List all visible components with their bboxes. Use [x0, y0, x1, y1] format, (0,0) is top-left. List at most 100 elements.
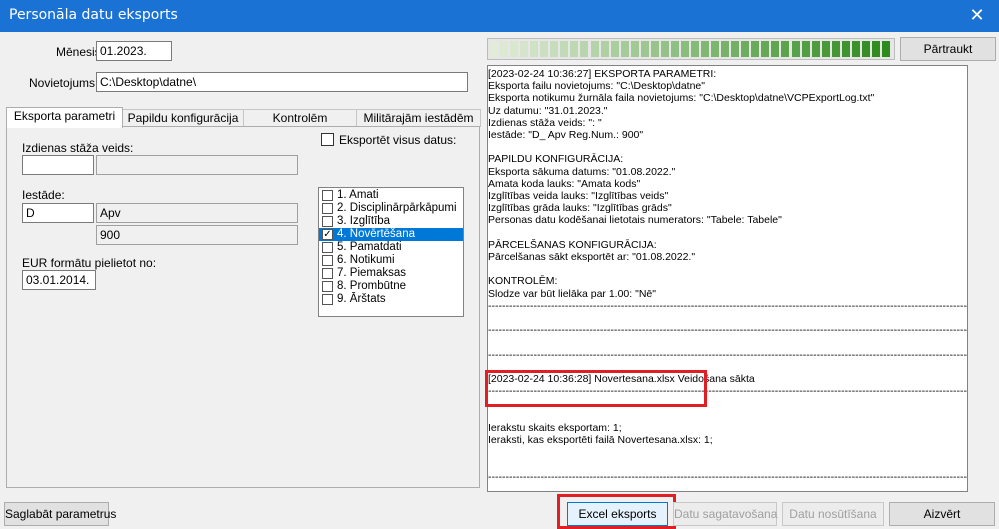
list-item[interactable]: 6. Notikumi	[319, 254, 463, 267]
progress-segment	[851, 41, 860, 57]
log-line: Slodze var būt lielāka par 1.00: "Nē"	[488, 287, 656, 300]
progress-segment	[640, 41, 649, 57]
progress-segment	[540, 41, 549, 57]
eur-date-field[interactable]: 03.01.2014.	[22, 270, 96, 290]
service-code-field[interactable]	[22, 155, 94, 175]
progress-segment	[841, 41, 850, 57]
tab-controls[interactable]: Kontrolēm	[243, 109, 357, 127]
save-params-button[interactable]: Saglabāt parametrus	[4, 502, 116, 526]
list-item[interactable]: 5. Pamatdati	[319, 241, 463, 254]
progress-segment	[801, 41, 810, 57]
log-line: Personas datu kodēšanai lietotais numera…	[488, 214, 782, 227]
checkbox[interactable]	[322, 203, 333, 214]
stop-button[interactable]: Pārtraukt	[900, 37, 996, 61]
institution-code-field[interactable]: D	[22, 203, 94, 223]
progress-segment	[861, 41, 870, 57]
checkmark-icon[interactable]: ✓	[322, 229, 333, 240]
location-field[interactable]: C:\Desktop\datne\	[96, 72, 468, 92]
list-item-label: 6. Notikumi	[337, 254, 395, 266]
log-line: Izglītības veida lauks: "Izglītības veid…	[488, 190, 669, 202]
log-line: Iestāde: "D_ Apv Reg.Num.: 900"	[488, 129, 644, 141]
progress-segment	[550, 41, 559, 57]
progress-segment	[761, 41, 770, 57]
progress-segment	[871, 41, 880, 57]
progress-segment	[771, 41, 780, 57]
checkbox[interactable]	[322, 216, 333, 227]
log-separator: ----------------------------------------…	[488, 299, 968, 312]
checkbox[interactable]	[322, 255, 333, 266]
list-item[interactable]: ✓ 4. Novērtēšana	[319, 228, 463, 241]
left-pane: Mēnesis: 01.2023. Novietojums: C:\Deskto…	[2, 33, 482, 491]
progress-segment	[570, 41, 579, 57]
list-item[interactable]: 9. Ārštats	[319, 293, 463, 306]
export-all-checkbox[interactable]	[321, 133, 334, 146]
list-item-label: 8. Prombūtne	[337, 280, 407, 292]
progress-segment	[510, 41, 519, 57]
progress-segment	[711, 41, 720, 57]
progress-segment	[630, 41, 639, 57]
progress-segment	[520, 41, 529, 57]
list-item[interactable]: 1. Amati	[319, 189, 463, 202]
list-item[interactable]: 7. Piemaksas	[319, 267, 463, 280]
institution-label: Iestāde:	[22, 188, 65, 202]
progress-segment	[650, 41, 659, 57]
list-item[interactable]: 2. Disciplinārpārkāpumi	[319, 202, 463, 215]
checkbox[interactable]	[322, 281, 333, 292]
log-output: [2023-02-24 10:36:27] EKSPORTA PARAMETRI…	[487, 65, 968, 492]
list-item[interactable]: 8. Prombūtne	[319, 280, 463, 293]
data-send-button[interactable]: Datu nosūtīšana	[782, 502, 884, 526]
progress-segment	[831, 41, 840, 57]
progress-segment	[731, 41, 740, 57]
log-separator: ----------------------------------------…	[488, 470, 968, 483]
progress-bar	[487, 38, 895, 60]
highlight-box-log	[485, 370, 707, 407]
log-line: PAPILDU KONFIGURĀCIJA:	[488, 153, 624, 166]
checkbox[interactable]	[322, 242, 333, 253]
log-line: Eksporta notikumu žurnāla faila novietoj…	[488, 92, 875, 105]
progress-segment	[560, 41, 569, 57]
tab-additional-config[interactable]: Papildu konfigurācija	[122, 109, 244, 127]
title-bar: Personāla datu eksports ✕	[0, 0, 999, 32]
log-separator: ----------------------------------------…	[488, 324, 968, 337]
month-field[interactable]: 01.2023.	[96, 41, 172, 61]
progress-segment	[580, 41, 589, 57]
progress-segment	[490, 41, 499, 57]
log-line: Eksporta failu novietojums: "C:\Desktop\…	[488, 80, 705, 93]
close-button[interactable]: Aizvērt	[889, 502, 995, 526]
progress-segment	[500, 41, 509, 57]
checkbox[interactable]	[322, 268, 333, 279]
progress-segment	[670, 41, 679, 57]
checkbox[interactable]	[322, 190, 333, 201]
category-list: 1. Amati 2. Disciplinārpārkāpumi 3. Izgl…	[318, 187, 464, 317]
log-line: PĀRCELŠANAS KONFIGURĀCIJA:	[488, 238, 657, 251]
progress-segment	[600, 41, 609, 57]
export-all-label: Eksportēt visus datus:	[339, 133, 457, 147]
service-type-label: Izdienas stāža veids:	[22, 141, 134, 155]
log-line: Amata koda lauks: "Amata kods"	[488, 177, 641, 190]
progress-segment	[881, 41, 890, 57]
log-line: Ieraksti, kas eksportēti failā Novertesa…	[488, 434, 713, 446]
log-line: Eksporta sākuma datums: "01.08.2022."	[488, 165, 676, 178]
tab-export-params[interactable]: Eksporta parametri	[6, 107, 123, 128]
log-line: KONTROLĒM:	[488, 275, 558, 288]
location-label: Novietojums:	[29, 76, 99, 90]
tab-military[interactable]: Militārajām iestādēm	[356, 109, 481, 127]
institution-number-field: 900	[96, 225, 298, 245]
list-item-label: 5. Pamatdati	[337, 241, 402, 253]
list-item-label: 9. Ārštats	[337, 293, 386, 305]
progress-segment	[610, 41, 619, 57]
checkbox[interactable]	[322, 294, 333, 305]
list-item[interactable]: 3. Izglītība	[319, 215, 463, 228]
highlight-box-excel	[557, 494, 676, 529]
close-icon[interactable]: ✕	[955, 0, 999, 32]
list-item-label: 2. Disciplinārpārkāpumi	[337, 202, 457, 214]
data-prep-button[interactable]: Datu sagatavošana	[673, 502, 777, 526]
progress-segment	[751, 41, 760, 57]
right-pane: Pārtraukt [2023-02-24 10:36:27] EKSPORTA…	[485, 33, 997, 492]
list-item-label: 7. Piemaksas	[337, 267, 407, 279]
progress-segment	[590, 41, 599, 57]
progress-segment	[620, 41, 629, 57]
log-line: Ierakstu skaits eksportam: 1;	[488, 421, 622, 434]
progress-segment	[691, 41, 700, 57]
progress-segment	[660, 41, 669, 57]
